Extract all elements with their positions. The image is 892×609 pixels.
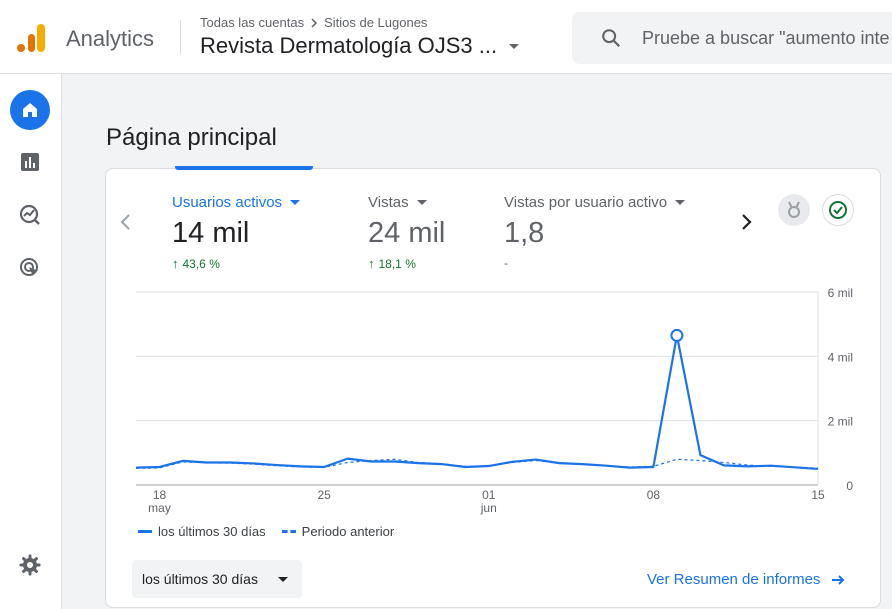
x-tick-sublabel: jun [480,501,497,515]
gear-icon [19,554,41,576]
solid-line-swatch [138,530,152,533]
top-bar: Analytics Todas las cuentas Sitios de Lu… [0,0,892,74]
nav-reports[interactable] [10,142,50,182]
x-tick-label: 25 [317,488,331,502]
breadcrumb[interactable]: Todas las cuentas Sitios de Lugones [200,15,427,30]
caret-down-icon [509,43,520,49]
app-name: Analytics [66,26,155,51]
search-input[interactable]: Pruebe a buscar "aumento inte [642,28,890,49]
metric-change: ↑ 43,6 % [172,256,300,271]
date-range-button[interactable]: los últimos 30 días [132,560,302,598]
x-tick-label: 01 [482,488,496,502]
view-reports-label: Ver Resumen de informes [647,571,821,588]
explore-icon [19,204,40,225]
status-check-button[interactable] [822,194,854,226]
metric-label[interactable]: Usuarios activos [172,194,301,211]
check-circle-icon [829,201,847,219]
medal-icon [788,201,800,218]
arrow-up-icon: ↑ [368,256,375,271]
legend-previous-label: Periodo anterior [301,524,395,539]
nav-home[interactable] [10,90,50,130]
metric-value: 1,8 [504,217,545,249]
metric-change-value: 18,1 % [378,256,416,271]
metric-label-text: Vistas por usuario activo [504,194,668,211]
metric-views[interactable]: Vistas 24 mil ↑ 18,1 % [368,194,445,271]
metric-change-value: 43,6 % [182,256,220,271]
side-nav [0,74,62,609]
metric-label-text: Usuarios activos [172,194,283,211]
chevron-right-icon[interactable] [736,212,756,232]
analytics-logo[interactable] [16,22,46,54]
nav-explore[interactable] [10,195,50,235]
insights-badge[interactable] [778,194,810,226]
legend-current-label: los últimos 30 días [158,524,266,539]
reports-icon [21,153,39,171]
nav-advertising[interactable] [10,248,50,288]
header-divider [180,20,181,54]
legend-current: los últimos 30 días [138,524,266,539]
breadcrumb-account[interactable]: Todas las cuentas [200,15,304,30]
advertising-icon [20,258,38,276]
date-range-label: los últimos 30 días [142,571,258,587]
current-period-line [135,334,819,471]
nav-settings[interactable] [10,545,50,585]
metric-value: 24 mil [368,217,446,249]
dashed-line-swatch [281,530,296,533]
y-tick-label: 4 mil [828,350,853,364]
property-name: Revista Dermatología OJS3 ... [200,33,498,58]
chart-legend: los últimos 30 días Periodo anterior [138,524,402,539]
breadcrumb-property-group[interactable]: Sitios de Lugones [324,15,427,30]
property-selector[interactable]: Revista Dermatología OJS3 ... [200,33,520,59]
metric-change: ↑ 18,1 % [368,256,445,271]
caret-down-icon [290,200,301,205]
metric-views-per-user[interactable]: Vistas por usuario activo 1,8 - [504,194,686,270]
search-bar[interactable]: Pruebe a buscar "aumento inte [572,12,892,64]
x-tick-label: 15 [811,488,825,502]
legend-previous: Periodo anterior [281,524,395,539]
metric-label[interactable]: Vistas [368,194,445,211]
metric-active-users[interactable]: Usuarios activos 14 mil ↑ 43,6 % [172,194,301,271]
x-tick-label: 08 [647,488,661,502]
y-tick-label: 6 mil [828,286,853,300]
metric-label-text: Vistas [368,194,409,211]
metric-change-value: - [504,256,508,270]
y-tick-label: 2 mil [828,415,853,429]
metric-change: - [504,256,685,270]
view-reports-link[interactable]: Ver Resumen de informes [647,571,846,588]
active-tab-indicator [175,166,313,170]
peak-point [670,328,684,342]
page-title: Página principal [106,124,277,151]
caret-down-icon [416,200,427,205]
y-tick-label: 0 [846,479,853,493]
caret-down-icon [278,576,288,582]
metric-label[interactable]: Vistas por usuario activo [504,194,686,211]
metric-value: 14 mil [172,217,250,249]
chevron-right-icon [311,17,318,28]
chevron-left-icon[interactable] [116,212,136,232]
arrow-up-icon: ↑ [172,256,179,271]
arrow-right-icon [832,574,845,585]
users-line-chart: 0 2 mil 4 mil 6 mil 18may 25 01jun 08 15 [135,286,853,515]
x-tick-label: 18 [153,488,167,502]
x-tick-sublabel: may [148,501,171,515]
search-icon [602,29,621,48]
home-icon [23,103,37,117]
caret-down-icon [675,200,686,205]
